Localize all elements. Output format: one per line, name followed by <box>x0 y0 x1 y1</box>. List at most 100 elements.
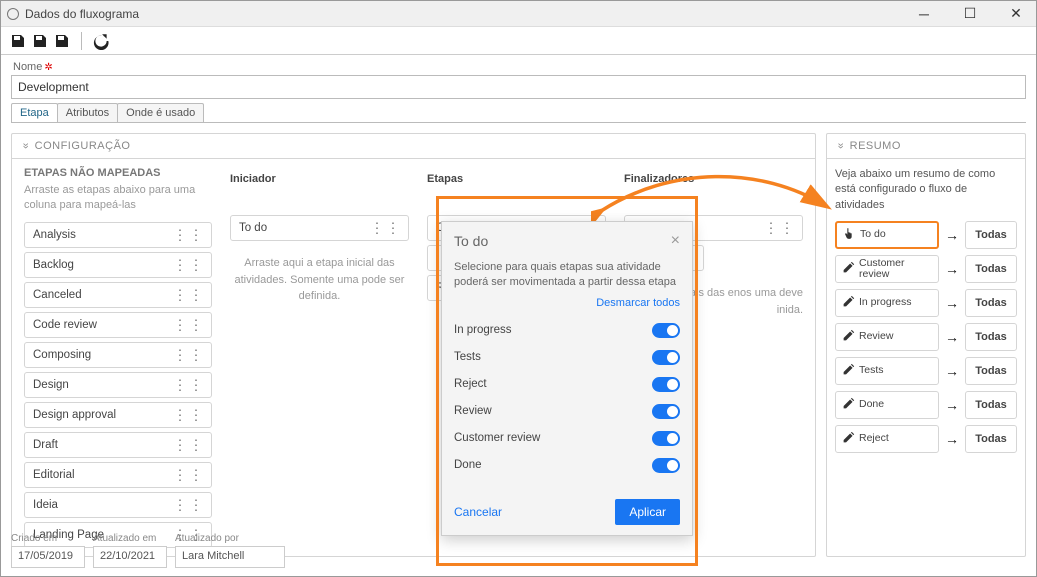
footer-updatedby-value: Lara Mitchell <box>175 546 285 568</box>
toggle-switch[interactable] <box>652 323 680 338</box>
col-etapas-title: Etapas <box>427 173 606 185</box>
tab-onde-e-usado[interactable]: Onde é usado <box>117 103 204 122</box>
arrow-right-icon: → <box>945 397 959 413</box>
flow-item: Tests → Todas <box>835 357 1017 385</box>
stage-item[interactable]: Composing <box>24 342 212 368</box>
flow-stage-label: Review <box>859 331 893 343</box>
toggle-switch[interactable] <box>652 458 680 473</box>
stage-item[interactable]: Design approval <box>24 402 212 428</box>
tab-etapa[interactable]: Etapa <box>11 103 58 122</box>
stage-item[interactable]: Design <box>24 372 212 398</box>
grip-icon <box>173 466 205 483</box>
stage-label: Analysis <box>33 229 76 241</box>
tabs: Etapa Atributos Onde é usado <box>1 101 1036 122</box>
resumo-header: » RESUMO <box>827 134 1025 159</box>
stage-item[interactable]: To do <box>230 215 409 241</box>
stage-item[interactable]: Draft <box>24 432 212 458</box>
footer: Criado em 17/05/2019 Atualizado em 22/10… <box>11 533 1026 568</box>
flow-stage-label: In progress <box>859 297 912 309</box>
config-title: CONFIGURAÇÃO <box>35 140 131 152</box>
popup-title: To do <box>454 233 488 249</box>
footer-updated: Atualizado em 22/10/2021 <box>93 533 167 568</box>
grip-icon <box>173 436 205 453</box>
window-close-button[interactable]: ✕ <box>1002 1 1030 26</box>
flow-target[interactable]: Todas <box>965 425 1017 453</box>
close-icon[interactable]: × <box>671 232 680 250</box>
stage-item[interactable]: Ideia <box>24 492 212 518</box>
toggle-switch[interactable] <box>652 404 680 419</box>
save-exit-button[interactable] <box>9 32 27 50</box>
flow-target[interactable]: Todas <box>965 357 1017 385</box>
unmark-all-link[interactable]: Desmarcar todos <box>454 297 680 309</box>
flow-target[interactable]: Todas <box>965 255 1017 283</box>
flow-item: In progress → Todas <box>835 289 1017 317</box>
flow-stage-label: Tests <box>859 365 884 377</box>
save-new-button[interactable] <box>53 32 71 50</box>
footer-updated-label: Atualizado em <box>93 533 167 544</box>
apply-button[interactable]: Aplicar <box>615 499 680 525</box>
arrow-right-icon: → <box>945 431 959 447</box>
flow-item: Customer review → Todas <box>835 255 1017 283</box>
col-iniciador-title: Iniciador <box>230 173 409 185</box>
flow-stage-label: Customer review <box>859 258 934 281</box>
flow-stage[interactable]: Reject <box>835 425 939 453</box>
tab-atributos[interactable]: Atributos <box>57 103 118 122</box>
name-label-text: Nome <box>13 61 42 73</box>
stage-label: Draft <box>33 439 58 451</box>
stage-item[interactable]: Editorial <box>24 462 212 488</box>
toggle-switch[interactable] <box>652 377 680 392</box>
stage-label: Code review <box>33 319 97 331</box>
flow-stage[interactable]: In progress <box>835 289 939 317</box>
flow-target[interactable]: Todas <box>965 221 1017 249</box>
stage-item[interactable]: Backlog <box>24 252 212 278</box>
switch-label: Review <box>454 405 492 417</box>
flow-item: Review → Todas <box>835 323 1017 351</box>
toggle-switch[interactable] <box>652 350 680 365</box>
config-body: ETAPAS NÃO MAPEADAS Arraste as etapas ab… <box>12 159 815 556</box>
footer-updated-value: 22/10/2021 <box>93 546 167 568</box>
flow-stage-label: To do <box>860 229 886 241</box>
pencil-icon <box>842 431 855 447</box>
grip-icon <box>173 496 205 513</box>
switch-row: Customer review <box>454 425 680 452</box>
window-title: Dados do fluxograma <box>25 7 910 21</box>
flow-stage[interactable]: Review <box>835 323 939 351</box>
pencil-icon <box>842 261 855 277</box>
switch-label: Reject <box>454 378 487 390</box>
flow-stage-label: Done <box>859 399 884 411</box>
footer-created-value: 17/05/2019 <box>11 546 85 568</box>
flow-item: To do → Todas <box>835 221 1017 249</box>
resumo-desc: Veja abaixo um resumo de como está confi… <box>835 167 1017 213</box>
arrow-right-icon: → <box>945 227 959 243</box>
refresh-button[interactable] <box>92 32 110 50</box>
flow-target[interactable]: Todas <box>965 289 1017 317</box>
grip-icon <box>173 346 205 363</box>
flow-stage[interactable]: Tests <box>835 357 939 385</box>
stage-label: Design <box>33 379 69 391</box>
switch-row: Reject <box>454 371 680 398</box>
window-maximize-button[interactable]: ☐ <box>956 1 984 26</box>
flow-stage[interactable]: Done <box>835 391 939 419</box>
name-input[interactable] <box>11 75 1026 99</box>
toggle-switch[interactable] <box>652 431 680 446</box>
stage-label: Backlog <box>33 259 74 271</box>
pencil-icon <box>842 295 855 311</box>
pencil-icon <box>842 329 855 345</box>
stage-item[interactable]: Analysis <box>24 222 212 248</box>
cancel-button[interactable]: Cancelar <box>454 505 502 519</box>
arrow-right-icon: → <box>945 363 959 379</box>
flow-target[interactable]: Todas <box>965 391 1017 419</box>
switch-label: Tests <box>454 351 481 363</box>
unmapped-title: ETAPAS NÃO MAPEADAS <box>24 167 212 179</box>
flow-target[interactable]: Todas <box>965 323 1017 351</box>
stage-item[interactable]: Canceled <box>24 282 212 308</box>
toolbar-separator <box>81 32 82 50</box>
grip-icon <box>370 220 402 237</box>
stage-item[interactable]: Code review <box>24 312 212 338</box>
footer-updatedby-label: Atualizado por <box>175 533 285 544</box>
window-minimize-button[interactable]: ─ <box>910 1 938 26</box>
save-button[interactable] <box>31 32 49 50</box>
switch-row: In progress <box>454 317 680 344</box>
flow-stage[interactable]: Customer review <box>835 255 939 283</box>
flow-stage-todo[interactable]: To do <box>835 221 939 249</box>
